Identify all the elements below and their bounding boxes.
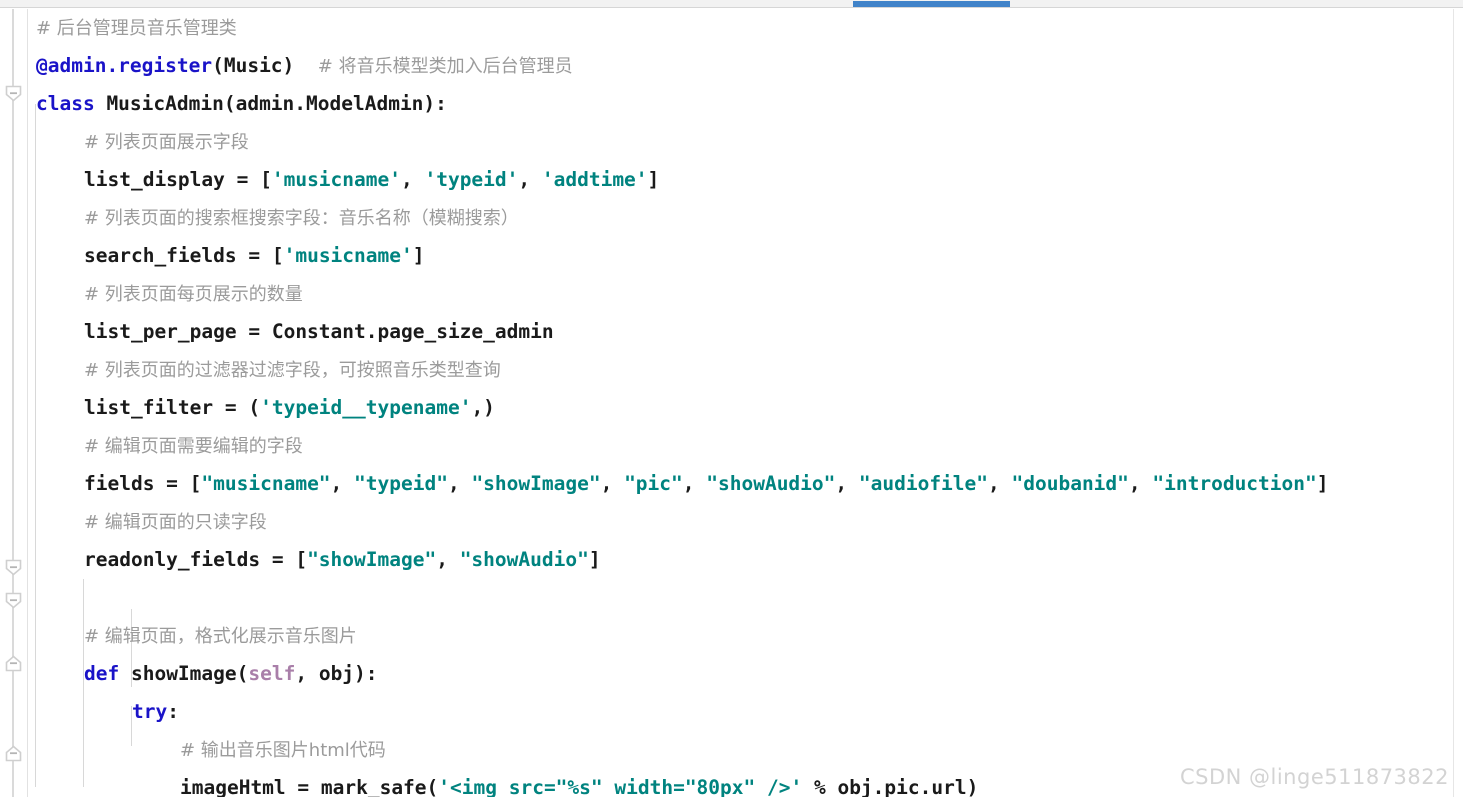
vertical-scrollbar[interactable] — [1453, 9, 1463, 797]
token-string: 'typeid__typename' — [260, 396, 472, 419]
token-self: self — [248, 662, 296, 685]
token-default: , — [518, 168, 542, 191]
code-line[interactable]: # 列表页面展示字段 — [28, 123, 1453, 161]
token-default: MusicAdmin(admin.ModelAdmin): — [94, 92, 447, 115]
token-string: 'typeid' — [424, 168, 519, 191]
token-default: , — [436, 548, 460, 571]
token-string: 'musicname' — [283, 244, 413, 267]
code-line[interactable]: list_filter = ('typeid__typename',) — [28, 389, 1453, 427]
token-string: "showAudio" — [706, 472, 836, 495]
code-line[interactable]: # 列表页面的过滤器过滤字段，可按照音乐类型查询 — [28, 351, 1453, 389]
code-line[interactable]: # 后台管理员音乐管理类 — [28, 9, 1453, 47]
code-line[interactable]: try: — [28, 693, 1453, 731]
gutter-rail-line — [12, 9, 14, 797]
code-line[interactable]: # 列表页面每页展示的数量 — [28, 275, 1453, 313]
fold-marker-try[interactable] — [5, 592, 22, 609]
token-string: "pic" — [624, 472, 683, 495]
token-decorator: @admin.register — [36, 54, 213, 77]
token-default: ] — [412, 244, 425, 267]
code-line[interactable]: # 编辑页面的只读字段 — [28, 503, 1453, 541]
code-line[interactable]: def showImage(self, obj): — [28, 655, 1453, 693]
code-line[interactable]: @admin.register(Music) # 将音乐模型类加入后台管理员 — [28, 47, 1453, 85]
token-comment: # 编辑页面需要编辑的字段 — [84, 436, 303, 457]
token-default: showImage( — [119, 662, 249, 685]
token-comment: # 列表页面的过滤器过滤字段，可按照音乐类型查询 — [84, 360, 501, 381]
token-default: , — [988, 472, 1012, 495]
token-comment: # 编辑页面的只读字段 — [84, 512, 267, 533]
token-keyword: class — [36, 92, 95, 115]
fold-marker-class[interactable] — [5, 85, 22, 102]
code-editor-area[interactable]: # 后台管理员音乐管理类 @admin.register(Music) # 将音乐… — [28, 9, 1453, 797]
token-default: , — [600, 472, 625, 495]
token-string: "showImage" — [307, 548, 437, 571]
watermark-text: CSDN @linge511873822 — [1179, 765, 1449, 789]
token-default: , — [682, 472, 707, 495]
token-default: , — [835, 472, 859, 495]
token-keyword: def — [84, 662, 120, 685]
code-line[interactable]: # 列表页面的搜索框搜索字段：音乐名称（模糊搜索） — [28, 199, 1453, 237]
token-string: "doubanid" — [1011, 472, 1129, 495]
editor-gutter — [0, 9, 28, 797]
token-keyword: try — [132, 700, 168, 723]
token-comment: # 列表页面展示字段 — [84, 132, 249, 153]
code-lines-container: # 后台管理员音乐管理类 @admin.register(Music) # 将音乐… — [28, 9, 1453, 797]
token-default: , — [1128, 472, 1153, 495]
editor-tab-strip — [0, 0, 1463, 8]
token-string: '<img src="%s" width="80px" />' — [438, 776, 803, 797]
fold-marker-def-end[interactable] — [5, 745, 22, 762]
code-line[interactable]: class MusicAdmin(admin.ModelAdmin): — [28, 85, 1453, 123]
token-default: list_filter = ( — [84, 396, 261, 419]
active-tab-indicator[interactable] — [853, 1, 1010, 7]
token-comment: # 后台管理员音乐管理类 — [36, 18, 237, 39]
token-comment: # 列表页面每页展示的数量 — [84, 284, 303, 305]
code-line[interactable]: # 编辑页面，格式化展示音乐图片 — [28, 617, 1453, 655]
fold-marker-try-end[interactable] — [5, 655, 22, 672]
code-line[interactable]: search_fields = ['musicname'] — [28, 237, 1453, 275]
token-string: "showImage" — [471, 472, 601, 495]
token-default: ,) — [471, 396, 495, 419]
token-default: : — [167, 700, 179, 723]
code-line[interactable]: fields = ["musicname", "typeid", "showIm… — [28, 465, 1453, 503]
code-line[interactable]: list_per_page = Constant.page_size_admin — [28, 313, 1453, 351]
token-comment: # 编辑页面，格式化展示音乐图片 — [84, 626, 357, 647]
token-string: 'musicname' — [271, 168, 401, 191]
token-default: , obj): — [295, 662, 378, 685]
token-string: "introduction" — [1152, 472, 1317, 495]
code-line[interactable]: readonly_fields = ["showImage", "showAud… — [28, 541, 1453, 579]
token-default: list_per_page = Constant.page_size_admin — [84, 320, 554, 343]
token-default: % obj.pic.url) — [802, 776, 979, 797]
editor-window: # 后台管理员音乐管理类 @admin.register(Music) # 将音乐… — [0, 0, 1463, 797]
token-default: ] — [1316, 472, 1329, 495]
code-line[interactable]: list_display = ['musicname', 'typeid', '… — [28, 161, 1453, 199]
token-default: fields = [ — [84, 472, 202, 495]
token-comment: # 输出音乐图片html代码 — [180, 740, 386, 761]
token-default: , — [330, 472, 355, 495]
token-string: "musicname" — [201, 472, 331, 495]
token-default: (Music) — [212, 54, 295, 77]
token-default: search_fields = [ — [84, 244, 284, 267]
code-line[interactable]: # 输出音乐图片html代码 — [28, 731, 1453, 769]
code-line[interactable] — [28, 579, 1453, 617]
token-default: imageHtml = mark_safe( — [180, 776, 439, 797]
token-string: "audiofile" — [858, 472, 989, 495]
token-comment: # 将音乐模型类加入后台管理员 — [317, 56, 573, 77]
token-default: readonly_fields = [ — [84, 548, 308, 571]
token-default: list_display = [ — [84, 168, 272, 191]
token-default: ] — [647, 168, 660, 191]
token-default: , — [400, 168, 425, 191]
token-string: "showAudio" — [459, 548, 589, 571]
token-default: ] — [588, 548, 601, 571]
token-comment: # 列表页面的搜索框搜索字段：音乐名称（模糊搜索） — [84, 208, 519, 229]
token-default: , — [447, 472, 472, 495]
token-string: 'addtime' — [541, 168, 648, 191]
token-string: "typeid" — [354, 472, 448, 495]
code-line[interactable]: # 编辑页面需要编辑的字段 — [28, 427, 1453, 465]
fold-marker-def-showimage[interactable] — [5, 559, 22, 576]
